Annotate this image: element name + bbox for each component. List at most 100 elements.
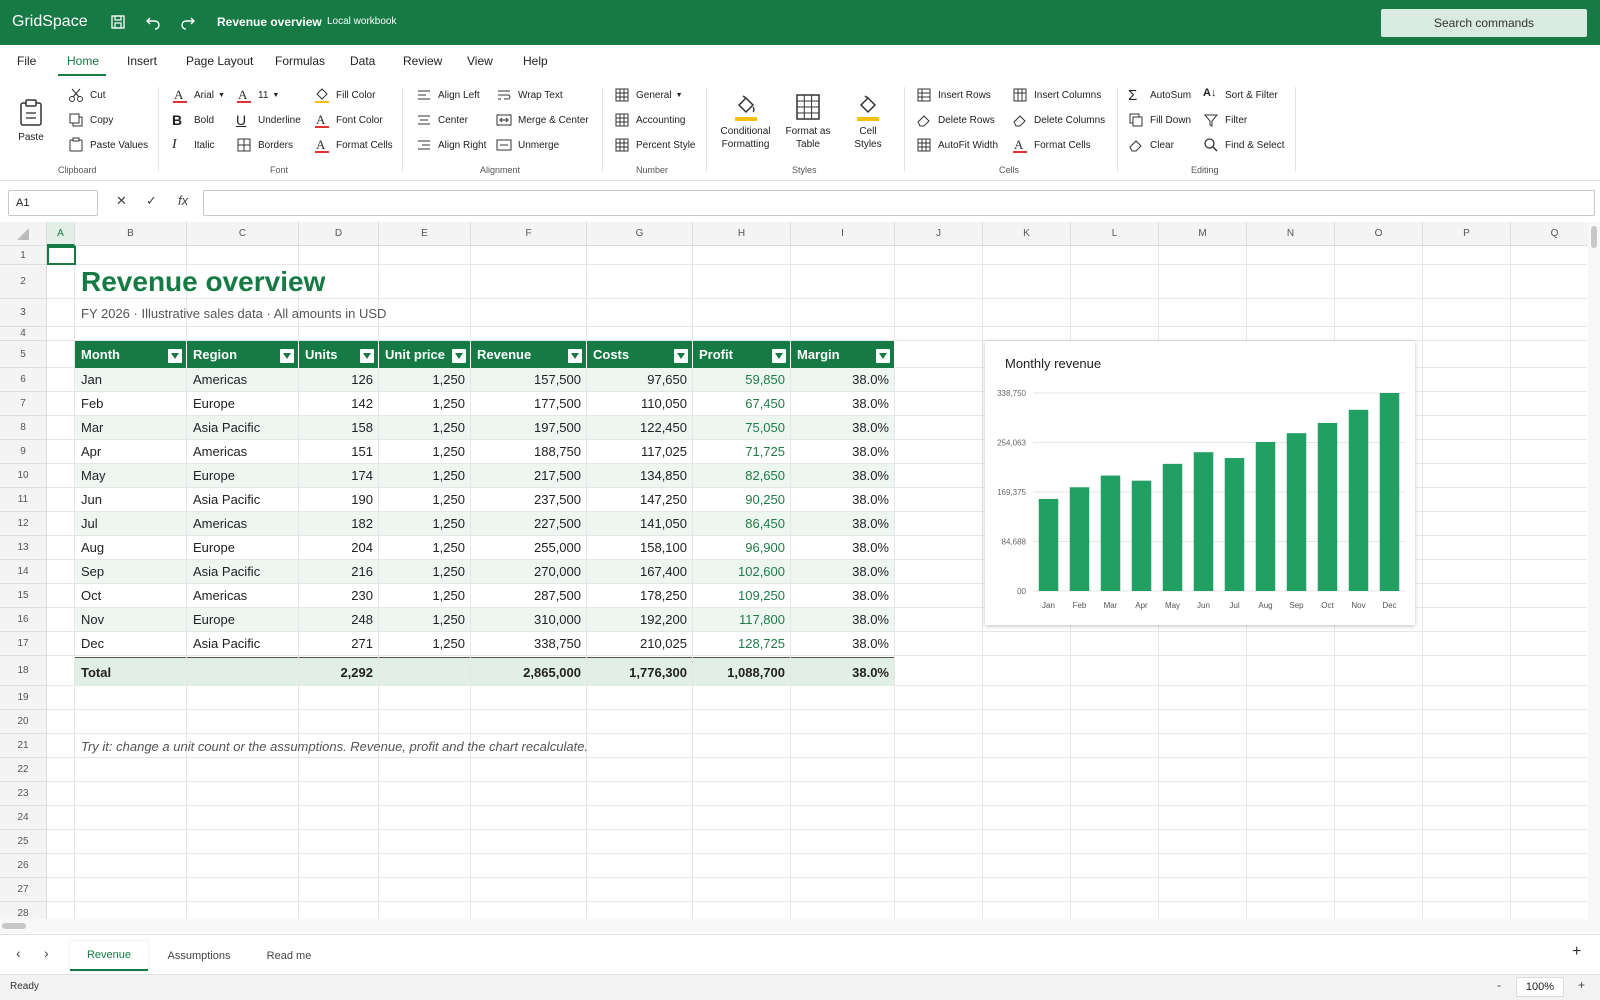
chart-bar[interactable]	[1193, 452, 1214, 591]
table-cell[interactable]: 97,650	[587, 368, 692, 391]
column-header[interactable]: L	[1071, 222, 1159, 246]
table-cell[interactable]: Americas	[187, 440, 298, 463]
paste-button[interactable]: Paste	[18, 99, 44, 144]
table-cell[interactable]: 188,750	[471, 440, 586, 463]
center-button[interactable]: Center	[416, 112, 468, 128]
tab-data[interactable]: Data	[350, 54, 375, 68]
column-header[interactable]: N	[1247, 222, 1335, 246]
table-cell[interactable]: Jun	[75, 488, 186, 511]
row-header[interactable]: 9	[0, 440, 47, 464]
cell-styles-button[interactable]: Cell Styles	[850, 93, 886, 151]
table-cell[interactable]: 1,250	[379, 488, 470, 511]
table-cell[interactable]: Jan	[75, 368, 186, 391]
row-header[interactable]: 1	[0, 246, 47, 265]
table-header-cell[interactable]: Unit price	[379, 341, 471, 368]
table-cell[interactable]: 287,500	[471, 584, 586, 607]
scrollbar-thumb[interactable]	[1591, 226, 1597, 248]
row-header[interactable]: 12	[0, 512, 47, 536]
column-header[interactable]: G	[587, 222, 693, 246]
table-cell[interactable]: 178,250	[587, 584, 692, 607]
table-cell[interactable]: 117,025	[587, 440, 692, 463]
chart-bar[interactable]	[1255, 441, 1276, 591]
table-cell[interactable]: 38.0%	[791, 440, 894, 463]
table-cell[interactable]: 216	[299, 560, 378, 583]
column-header[interactable]: C	[187, 222, 299, 246]
font-name-dropdown[interactable]: A Arial ▼	[172, 87, 225, 103]
chart-bar[interactable]	[1286, 433, 1307, 591]
table-cell[interactable]: 75,050	[693, 416, 790, 439]
tab-view[interactable]: View	[467, 54, 493, 68]
font-size-dropdown[interactable]: A 11 ▼	[236, 87, 279, 103]
table-cell[interactable]: 177,500	[471, 392, 586, 415]
filter-dropdown-icon[interactable]	[568, 349, 582, 363]
table-cell[interactable]: Americas	[187, 512, 298, 535]
table-cell[interactable]: 38.0%	[791, 536, 894, 559]
row-header[interactable]: 10	[0, 464, 47, 488]
filter-dropdown-icon[interactable]	[772, 349, 786, 363]
table-cell[interactable]: 38.0%	[791, 584, 894, 607]
table-header-cell[interactable]: Revenue	[471, 341, 587, 368]
autofit-width-button[interactable]: AutoFit Width	[916, 137, 998, 153]
horizontal-scrollbar[interactable]	[0, 919, 1600, 933]
row-header[interactable]: 17	[0, 632, 47, 656]
sheet-subtitle[interactable]: FY 2026 · Illustrative sales data · All …	[75, 299, 386, 327]
total-cell[interactable]: 1,776,300	[587, 657, 692, 686]
total-cell[interactable]: 38.0%	[791, 657, 894, 686]
save-icon[interactable]	[108, 12, 128, 32]
font-color-button[interactable]: A Font Color	[314, 112, 383, 128]
table-cell[interactable]: Europe	[187, 608, 298, 631]
table-cell[interactable]: 109,250	[693, 584, 790, 607]
table-cell[interactable]: 1,250	[379, 464, 470, 487]
table-cell[interactable]: Europe	[187, 464, 298, 487]
total-cell[interactable]: 1,088,700	[693, 657, 790, 686]
column-header[interactable]: A	[47, 222, 75, 246]
search-commands[interactable]: Search commands	[1381, 9, 1587, 37]
table-cell[interactable]: 59,850	[693, 368, 790, 391]
table-cell[interactable]: 102,600	[693, 560, 790, 583]
table-cell[interactable]: Aug	[75, 536, 186, 559]
autosum-button[interactable]: Σ AutoSum	[1128, 87, 1191, 104]
merge-center-button[interactable]: Merge & Center	[496, 112, 589, 128]
table-cell[interactable]: 1,250	[379, 632, 470, 655]
table-cell[interactable]: 204	[299, 536, 378, 559]
column-header[interactable]: E	[379, 222, 471, 246]
table-cell[interactable]: Asia Pacific	[187, 632, 298, 655]
sheet-title[interactable]: Revenue overview	[75, 265, 325, 299]
tab-formulas[interactable]: Formulas	[275, 54, 325, 68]
table-cell[interactable]: 210,025	[587, 632, 692, 655]
table-cell[interactable]: 141,050	[587, 512, 692, 535]
insert-columns-button[interactable]: Insert Columns	[1012, 87, 1101, 103]
filter-dropdown-icon[interactable]	[674, 349, 688, 363]
column-header[interactable]: K	[983, 222, 1071, 246]
chart-bar[interactable]	[1069, 487, 1090, 591]
table-cell[interactable]: Feb	[75, 392, 186, 415]
table-cell[interactable]: 71,725	[693, 440, 790, 463]
cancel-icon[interactable]: ✕	[116, 193, 127, 209]
row-header[interactable]: 21	[0, 734, 47, 758]
name-box[interactable]: A1	[8, 190, 98, 216]
table-cell[interactable]: Europe	[187, 536, 298, 559]
table-cell[interactable]: 38.0%	[791, 488, 894, 511]
table-cell[interactable]: 38.0%	[791, 560, 894, 583]
tab-review[interactable]: Review	[403, 54, 442, 68]
conditional-formatting-button[interactable]: Conditional Formatting	[718, 93, 773, 151]
table-cell[interactable]: 167,400	[587, 560, 692, 583]
borders-button[interactable]: Borders	[236, 137, 293, 153]
delete-rows-button[interactable]: Delete Rows	[916, 112, 995, 128]
table-cell[interactable]: Asia Pacific	[187, 488, 298, 511]
table-cell[interactable]: 1,250	[379, 392, 470, 415]
row-header[interactable]: 11	[0, 488, 47, 512]
column-header[interactable]: M	[1159, 222, 1247, 246]
row-header[interactable]: 13	[0, 536, 47, 560]
row-header[interactable]: 7	[0, 392, 47, 416]
column-header[interactable]: I	[791, 222, 895, 246]
undo-icon[interactable]	[143, 12, 163, 32]
chart-bar[interactable]	[1348, 409, 1369, 591]
align-right-button[interactable]: Align Right	[416, 137, 486, 153]
row-header[interactable]: 8	[0, 416, 47, 440]
table-header-cell[interactable]: Region	[187, 341, 299, 368]
table-cell[interactable]: 217,500	[471, 464, 586, 487]
tab-insert[interactable]: Insert	[127, 54, 157, 68]
next-sheet-icon[interactable]: ›	[44, 945, 49, 961]
table-cell[interactable]: 192,200	[587, 608, 692, 631]
